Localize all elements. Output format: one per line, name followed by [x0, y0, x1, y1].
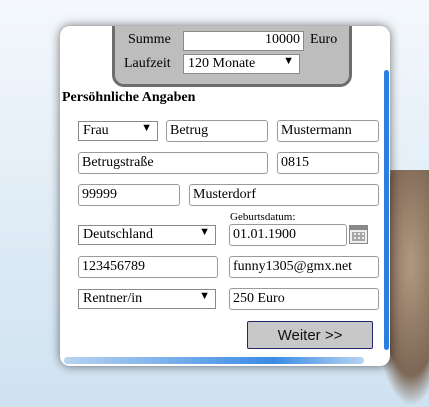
hausnummer-field[interactable]: 0815	[277, 152, 379, 174]
currency-label: Euro	[310, 32, 338, 47]
vorname-field[interactable]: Betrug	[166, 120, 268, 142]
laufzeit-label: Laufzeit	[124, 56, 171, 71]
strasse-field[interactable]: Betrugstraße	[78, 152, 268, 174]
land-select[interactable]: Deutschland ▼	[78, 225, 216, 245]
loan-summary-box: Summe 10000 Euro Laufzeit 120 Monate ▼	[112, 26, 352, 87]
section-title: Persöhnliche Angaben	[62, 90, 196, 105]
ort-field[interactable]: Musterdorf	[189, 184, 379, 206]
land-value: Deutschland	[83, 227, 153, 242]
loan-form-panel: Summe 10000 Euro Laufzeit 120 Monate ▼ P…	[60, 26, 390, 366]
weiter-button[interactable]: Weiter >>	[247, 321, 373, 349]
laufzeit-select[interactable]: 120 Monate ▼	[183, 54, 300, 74]
anrede-select[interactable]: Frau ▼	[78, 121, 158, 141]
telefon-field[interactable]: 123456789	[78, 256, 218, 278]
calendar-icon[interactable]	[349, 225, 368, 244]
geburtsdatum-field[interactable]: 01.01.1900	[229, 224, 347, 246]
laufzeit-value: 120 Monate	[188, 56, 256, 71]
nachname-field[interactable]: Mustermann	[277, 120, 379, 142]
chevron-down-icon: ▼	[199, 226, 210, 238]
summe-input[interactable]: 10000	[183, 31, 304, 51]
anrede-value: Frau	[83, 123, 109, 138]
beruf-value: Rentner/in	[83, 291, 143, 306]
horizontal-scrollbar[interactable]	[64, 357, 364, 364]
summe-label: Summe	[128, 32, 171, 47]
chevron-down-icon: ▼	[283, 55, 294, 67]
chevron-down-icon: ▼	[199, 290, 210, 302]
chevron-down-icon: ▼	[141, 122, 152, 134]
email-field[interactable]: funny1305@gmx.net	[229, 256, 379, 278]
beruf-select[interactable]: Rentner/in ▼	[78, 289, 216, 309]
einkommen-field[interactable]: 250 Euro	[229, 288, 379, 310]
vertical-scrollbar[interactable]	[384, 70, 389, 350]
plz-field[interactable]: 99999	[78, 184, 180, 206]
geburtsdatum-label: Geburtsdatum:	[230, 211, 296, 223]
